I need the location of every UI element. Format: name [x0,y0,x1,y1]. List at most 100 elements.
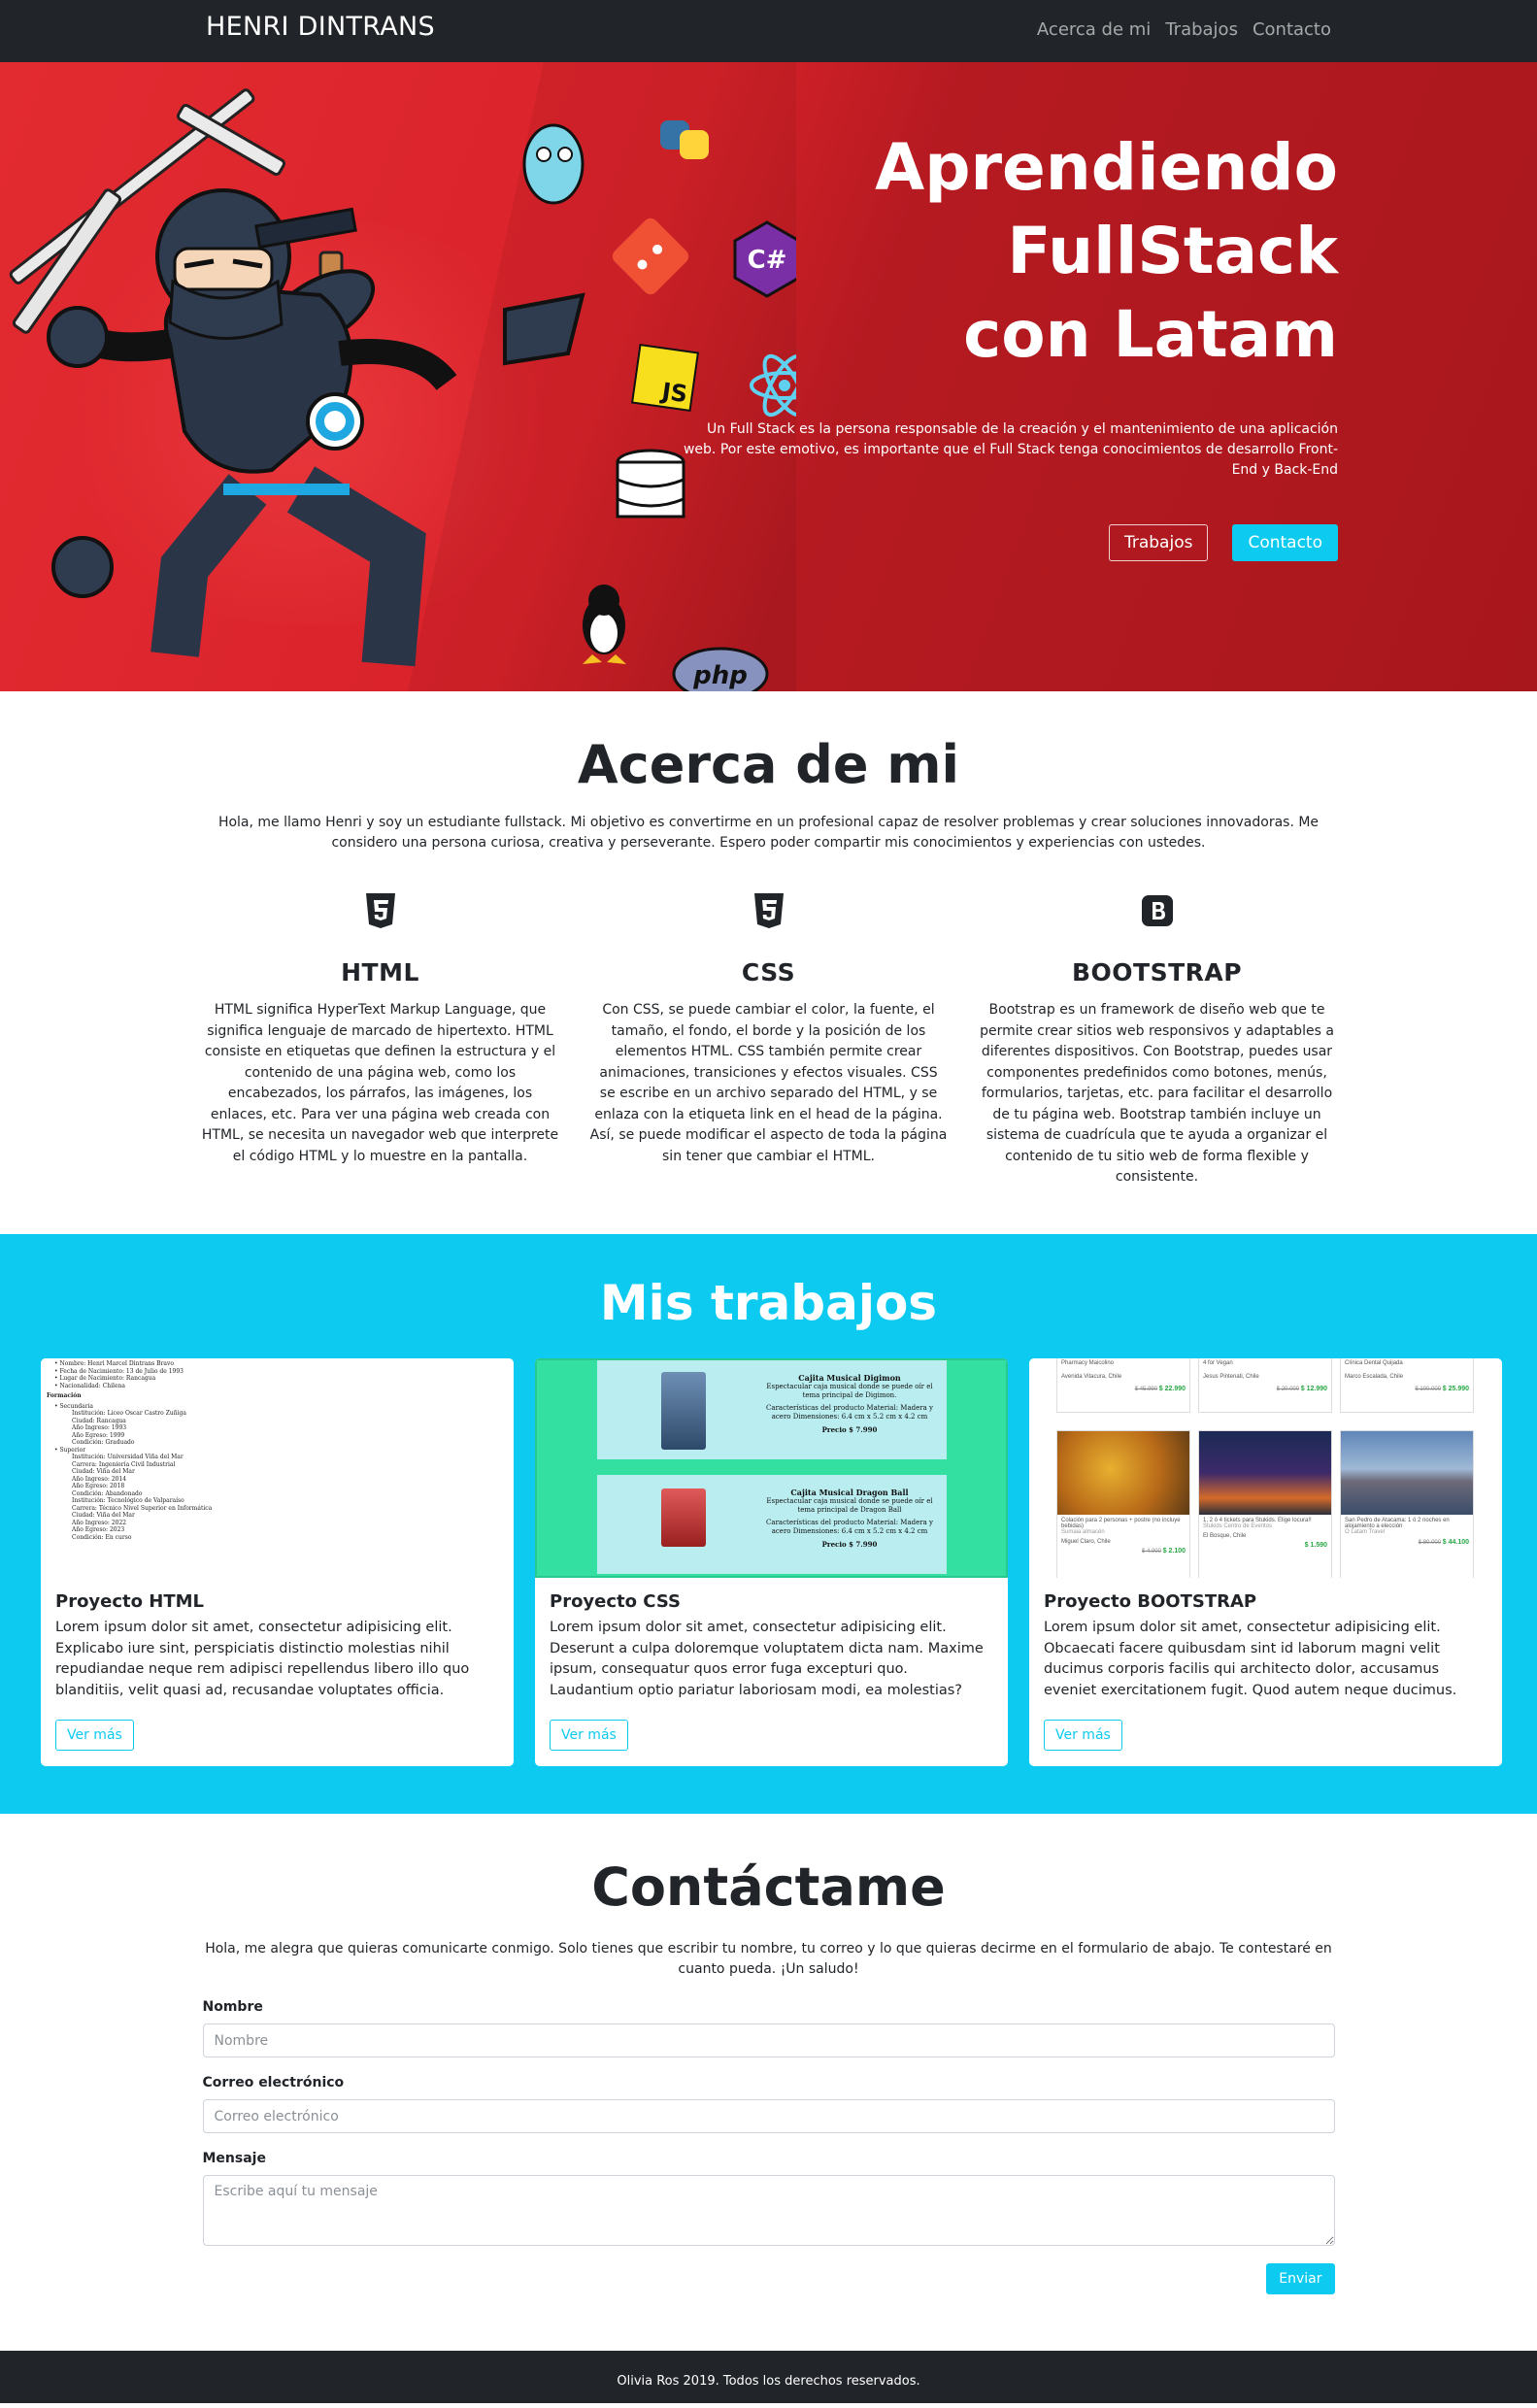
document-line: Formación [47,1392,82,1399]
document-line: Ciudad: Viña del Mar [72,1468,135,1475]
email-label: Correo electrónico [202,2075,345,2090]
message-group: Mensaje [202,2151,1335,2250]
deal-new-price: $ 22.990 [1158,1386,1186,1392]
skill-name: BOOTSTRAP [1071,958,1243,987]
deal-place: El Bosque, Chile [1203,1533,1247,1539]
deal-new-price: $ 2.100 [1162,1548,1186,1555]
deal-new-price: $ 12.990 [1300,1386,1327,1392]
name-input[interactable] [202,2023,1335,2057]
document-line: Año Egreso: 2023 [72,1526,125,1533]
project-thumbnail-html: • Nombre: Henri Marcel Dintrans Bravo • F… [41,1358,514,1578]
skill-card-html: HTML HTML significa HyperText Markup Lan… [196,892,565,1188]
thumbnail-document: • Nombre: Henri Marcel Dintrans Bravo • F… [41,1358,514,1543]
nav-link-acerca[interactable]: Acerca de mi [1037,19,1151,40]
trabajos-button[interactable]: Trabajos [1108,524,1209,561]
card-title: Proyecto HTML [55,1591,205,1612]
email-input[interactable] [202,2099,1335,2133]
navbar: HENRI DINTRANS Acerca de mi Trabajos Con… [0,0,1537,62]
contacto-button[interactable]: Contacto [1232,524,1338,561]
deal-place: Miguel Claro, Chile [1061,1539,1111,1545]
works-cards: • Nombre: Henri Marcel Dintrans Bravo • F… [41,1358,1502,1766]
deal-old-price: $ 45.990 [1134,1387,1158,1392]
ver-mas-button[interactable]: Ver más [550,1720,628,1751]
brand-logo[interactable]: HENRI DINTRANS [206,12,435,42]
works-section: Mis trabajos • Nombre: Henri Marcel Dint… [0,1234,1537,1814]
name-group: Nombre [202,1999,1335,2057]
hero-description: Un Full Stack es la persona responsable … [683,421,1338,478]
document-line: Ciudad: Rancagua [72,1417,126,1424]
svg-text:php: php [692,661,748,690]
deal-title: 4 for Vegan [1203,1360,1233,1366]
svg-text:C#: C# [748,246,787,275]
about-title: Acerca de mi [577,734,960,795]
deal-photo [1341,1431,1473,1515]
hero-title-line-1: Aprendiendo [875,130,1338,205]
deal-old-price: $ 20.000 [1276,1387,1300,1392]
hero-title-line-3: con Latam [963,297,1338,372]
skill-description: HTML significa HyperText Markup Language… [201,1002,559,1164]
product-info: Cajita Musical Digimon Espectacular caja… [762,1374,937,1435]
document-line: Condición: Abandonado [72,1489,143,1497]
deal-subtitle: O Latam Travel [1345,1529,1386,1535]
skill-description: Con CSS, se puede cambiar el color, la f… [589,1002,948,1164]
product-details: Características del producto Material: M… [766,1404,933,1421]
deal-title: Colación para 2 personas + postre (no in… [1061,1518,1181,1529]
document-line: Año Ingreso: 2022 [72,1519,127,1526]
deal-card: Clínica Dental Quijada Marco Escalada, C… [1340,1358,1474,1413]
deal-subtitle: Stukids Centro de Eventos [1203,1523,1273,1529]
ver-mas-button[interactable]: Ver más [1044,1720,1122,1751]
document-line: Institución: Universidad Viña del Mar [72,1454,184,1460]
document-line: • Lugar de Nacimiento: Rancagua [54,1375,156,1382]
document-line: Carrera: Ingeniería Civil Industrial [72,1460,176,1468]
contact-intro: Hola, me alegra que quieras comunicarte … [205,1941,1332,1977]
deal-title: San Pedro de Atacama: 1 ó 2 noches en al… [1345,1518,1450,1529]
document-line: Institución: Liceo Oscar Castro Zuñiga [72,1410,186,1417]
about-section: Acerca de mi Hola, me llamo Henri y soy … [0,691,1537,1234]
document-line: • Superior [54,1446,86,1454]
contact-form: Nombre Correo electrónico Mensaje Enviar [202,1999,1335,2294]
deal-place: Marco Escalada, Chile [1345,1374,1404,1380]
skill-card-bootstrap: BOOTSTRAP Bootstrap es un framework de d… [973,892,1342,1188]
document-line: Condición: En curso [72,1533,132,1541]
project-card-css: Cajita Musical Digimon Espectacular caja… [535,1358,1008,1766]
name-label: Nombre [202,1999,263,2015]
email-group: Correo electrónico [202,2075,1335,2133]
send-button[interactable]: Enviar [1266,2263,1335,2294]
card-text: Lorem ipsum dolor sit amet, consectetur … [550,1620,984,1698]
card-body: Proyecto BOOTSTRAP Lorem ipsum dolor sit… [1029,1578,1502,1711]
document-line: Carrera: Técnico Nivel Superior en Infor… [72,1504,213,1512]
card-text: Lorem ipsum dolor sit amet, consectetur … [1044,1620,1457,1698]
deal-card: Pharmacy Maicolino Avenida Vitacura, Chi… [1056,1358,1190,1413]
project-thumbnail-css: Cajita Musical Digimon Espectacular caja… [535,1358,1008,1578]
deal-place: Jesus Pintenati, Chile [1203,1374,1259,1380]
svg-text:JS: JS [658,378,689,409]
message-textarea[interactable] [202,2175,1335,2246]
nav-link-contacto[interactable]: Contacto [1253,19,1331,40]
contact-title: Contáctame [591,1856,946,1918]
product-price: Precio $ 7.990 [821,1540,878,1549]
javascript-icon: JS [630,343,700,413]
nav-link-trabajos[interactable]: Trabajos [1165,19,1238,40]
skill-name: CSS [741,958,796,987]
card-text: Lorem ipsum dolor sit amet, consectetur … [55,1620,470,1698]
deal-card: 1, 2 ó 4 tickets para Stukids. Elige loc… [1198,1430,1332,1578]
deal-title: Pharmacy Maicolino [1061,1360,1115,1366]
product-image [661,1488,706,1547]
product-name: Cajita Musical Dragon Ball [790,1488,909,1497]
skill-name: HTML [341,958,419,987]
project-card-html: • Nombre: Henri Marcel Dintrans Bravo • F… [41,1358,514,1766]
ver-mas-button[interactable]: Ver más [55,1720,134,1751]
bootstrap-icon [1141,895,1173,926]
nav-links: Acerca de mi Trabajos Contacto [1037,19,1331,40]
product-price: Precio $ 7.990 [821,1425,878,1434]
contact-section: Contáctame Hola, me alegra que quieras c… [0,1814,1537,2351]
document-line: Año Ingreso: 1993 [72,1424,127,1431]
project-thumbnail-bootstrap: Pharmacy Maicolino Avenida Vitacura, Chi… [1029,1358,1502,1578]
about-intro: Hola, me llamo Henri y soy un estudiante… [217,815,1320,851]
document-line: Año Egreso: 2018 [72,1483,125,1489]
card-body: Proyecto CSS Lorem ipsum dolor sit amet,… [535,1578,1008,1711]
skills-row: HTML HTML significa HyperText Markup Lan… [196,892,1342,1188]
css3-icon [753,893,784,928]
product-image [661,1372,706,1450]
deal-card: Colación para 2 personas + postre (no in… [1056,1430,1190,1578]
